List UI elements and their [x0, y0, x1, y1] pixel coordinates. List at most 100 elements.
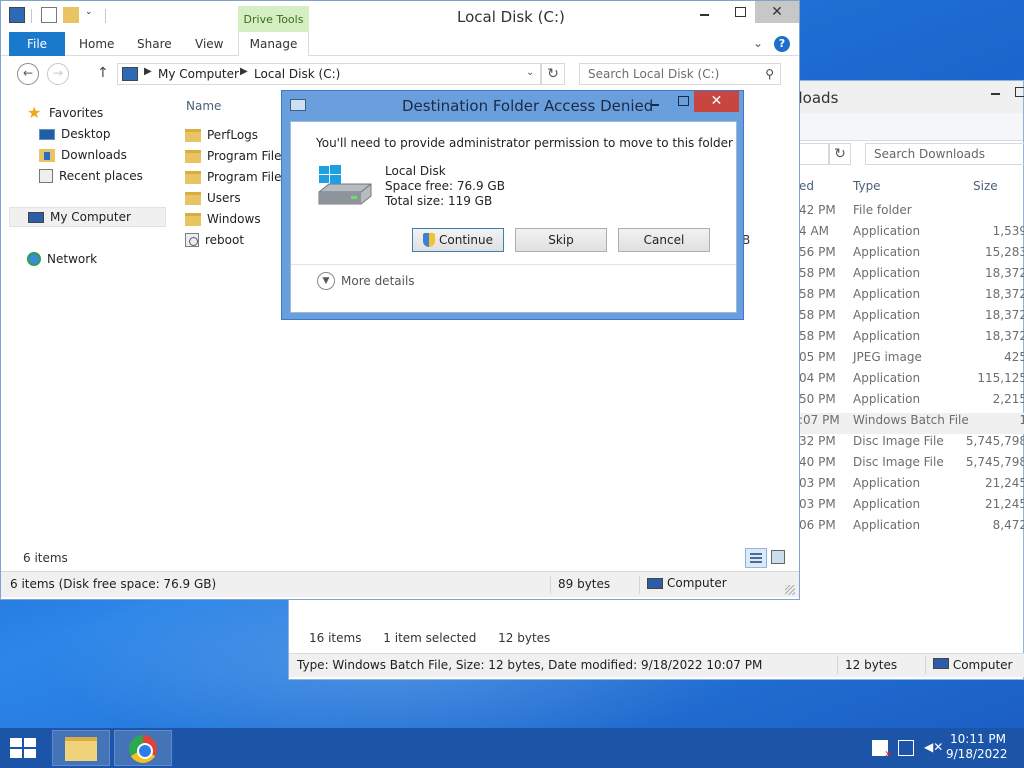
nav-favorites[interactable]: ★ Favorites — [27, 103, 103, 123]
breadcrumb-my-computer[interactable]: My Computer — [158, 67, 239, 81]
nav-my-computer[interactable]: My Computer — [9, 207, 166, 227]
ribbon-expand-icon[interactable]: ⌄ — [753, 36, 763, 50]
column-type[interactable]: Type — [853, 179, 881, 193]
taskbar-file-explorer[interactable] — [52, 730, 110, 766]
up-button[interactable]: ↑ — [97, 65, 109, 81]
search-placeholder: Search Local Disk (C:) — [588, 67, 720, 81]
minimize-button[interactable] — [691, 1, 719, 23]
cell-type: Disc Image File — [853, 455, 944, 469]
close-button[interactable]: ✕ — [694, 91, 739, 112]
list-item[interactable]: reboot — [185, 230, 244, 250]
properties-icon[interactable] — [41, 7, 57, 23]
cell-size: 8,472 — [992, 518, 1024, 532]
list-item[interactable]: Windows — [185, 209, 261, 229]
close-button[interactable]: ✕ — [755, 1, 799, 23]
maximize-button[interactable] — [1015, 87, 1024, 97]
details-location: Computer — [933, 658, 1012, 672]
list-item[interactable]: Users — [185, 188, 241, 208]
tab-share[interactable]: Share — [137, 32, 172, 56]
minimize-button[interactable] — [642, 91, 668, 111]
nav-network[interactable]: Network — [27, 249, 97, 269]
table-row[interactable]: 04 PM Application 115,125 — [789, 371, 1024, 392]
address-history-dropdown[interactable]: ⌄ — [526, 67, 534, 78]
help-icon[interactable]: ? — [774, 36, 790, 52]
address-bar[interactable] — [799, 143, 829, 165]
table-row[interactable]: :07 PM Windows Batch File 1 — [789, 413, 1024, 434]
nav-recent-places[interactable]: Recent places — [39, 166, 143, 186]
nav-desktop[interactable]: Desktop — [39, 124, 111, 144]
toolbar-divider — [105, 9, 106, 23]
window-system-icon[interactable] — [9, 7, 25, 23]
table-row[interactable]: 4 AM Application 1,539 — [789, 224, 1024, 245]
cell-date: 04 PM — [799, 371, 836, 385]
computer-icon — [28, 211, 44, 223]
address-bar[interactable]: ▶ My Computer ▶ Local Disk (C:) ⌄ — [117, 63, 541, 85]
access-denied-dialog[interactable]: Destination Folder Access Denied ✕ You'l… — [281, 90, 744, 320]
action-center-flag-icon[interactable] — [872, 740, 892, 760]
forward-button[interactable]: → — [47, 63, 69, 85]
taskbar-chrome[interactable] — [114, 730, 172, 766]
titlebar[interactable]: ⌄ Drive Tools Local Disk (C:) ✕ — [1, 1, 799, 32]
continue-button[interactable]: Continue — [412, 228, 504, 252]
volume-muted-icon[interactable]: ◀✕ — [924, 740, 943, 756]
customize-quick-access-icon[interactable]: ⌄ — [85, 7, 101, 23]
table-row[interactable]: 40 PM Disc Image File 5,745,798 — [789, 455, 1024, 476]
tab-manage[interactable]: Manage — [238, 32, 309, 56]
list-item[interactable]: Program Files — [185, 146, 288, 166]
table-row[interactable]: 05 PM JPEG image 425 — [789, 350, 1024, 371]
search-input[interactable]: Search Local Disk (C:) ⚲ — [579, 63, 781, 85]
folder-icon — [185, 170, 201, 184]
table-row[interactable]: 58 PM Application 18,372 — [789, 266, 1024, 287]
refresh-icon[interactable]: ↻ — [829, 143, 851, 165]
breadcrumb-local-disk[interactable]: Local Disk (C:) — [254, 67, 340, 81]
table-row[interactable]: 58 PM Application 18,372 — [789, 287, 1024, 308]
start-button[interactable] — [0, 728, 48, 768]
table-row[interactable]: 58 PM Application 18,372 — [789, 308, 1024, 329]
large-icons-view-icon[interactable] — [771, 550, 785, 564]
table-row[interactable]: 32 PM Disc Image File 5,745,798 — [789, 434, 1024, 455]
table-row[interactable]: 58 PM Application 18,372 — [789, 329, 1024, 350]
cell-size: 5,745,798 — [965, 434, 1024, 448]
list-item[interactable]: PerfLogs — [185, 125, 258, 145]
tab-view[interactable]: View — [195, 32, 223, 56]
refresh-icon[interactable]: ↻ — [541, 63, 565, 85]
maximize-button[interactable] — [670, 91, 696, 111]
computer-icon — [122, 67, 138, 81]
tab-file[interactable]: File — [9, 32, 65, 56]
status-location: Computer — [647, 576, 727, 590]
cell-type: Application — [853, 308, 921, 322]
column-name[interactable]: Name — [186, 99, 221, 113]
details-view-icon[interactable] — [745, 548, 767, 568]
new-folder-icon[interactable] — [63, 7, 79, 23]
table-row[interactable]: 03 PM Application 21,245 — [789, 497, 1024, 518]
cancel-button[interactable]: Cancel — [618, 228, 710, 252]
list-item[interactable]: Program Files — [185, 167, 288, 187]
resize-grip[interactable] — [785, 585, 795, 595]
cell-size: 5,745,798 — [965, 455, 1024, 469]
table-row[interactable]: 03 PM Application 21,245 — [789, 476, 1024, 497]
table-row[interactable]: 50 PM Application 2,215 — [789, 392, 1024, 413]
table-row[interactable]: 06 PM Application 8,472 — [789, 518, 1024, 539]
search-downloads-input[interactable]: Search Downloads — [865, 143, 1024, 165]
table-row[interactable]: 56 PM Application 15,283 — [789, 245, 1024, 266]
breadcrumb-separator[interactable]: ▶ — [144, 66, 152, 77]
column-size[interactable]: Size — [973, 179, 998, 193]
search-icon[interactable]: ⚲ — [765, 67, 774, 81]
cell-type: Application — [853, 224, 921, 238]
network-tray-icon[interactable] — [898, 740, 914, 756]
back-button[interactable]: ← — [17, 63, 39, 85]
cell-size: 18,372 — [985, 329, 1024, 343]
nav-downloads[interactable]: Downloads — [39, 145, 127, 165]
more-details-toggle[interactable]: ▼ More details — [317, 272, 415, 290]
tab-home[interactable]: Home — [79, 32, 114, 56]
minimize-button[interactable] — [989, 85, 1003, 99]
clock[interactable]: 10:11 PM 9/18/2022 — [946, 732, 1008, 762]
table-row[interactable]: 42 PM File folder — [789, 203, 1024, 224]
maximize-button[interactable] — [727, 1, 755, 23]
skip-button[interactable]: Skip — [515, 228, 607, 252]
breadcrumb-separator[interactable]: ▶ — [240, 66, 248, 77]
column-date-modified[interactable]: ed — [799, 179, 814, 193]
drive-tools-context-tab: Drive Tools — [238, 6, 309, 32]
cell-size: 2,215 — [992, 392, 1024, 406]
cell-size: 18,372 — [985, 308, 1024, 322]
